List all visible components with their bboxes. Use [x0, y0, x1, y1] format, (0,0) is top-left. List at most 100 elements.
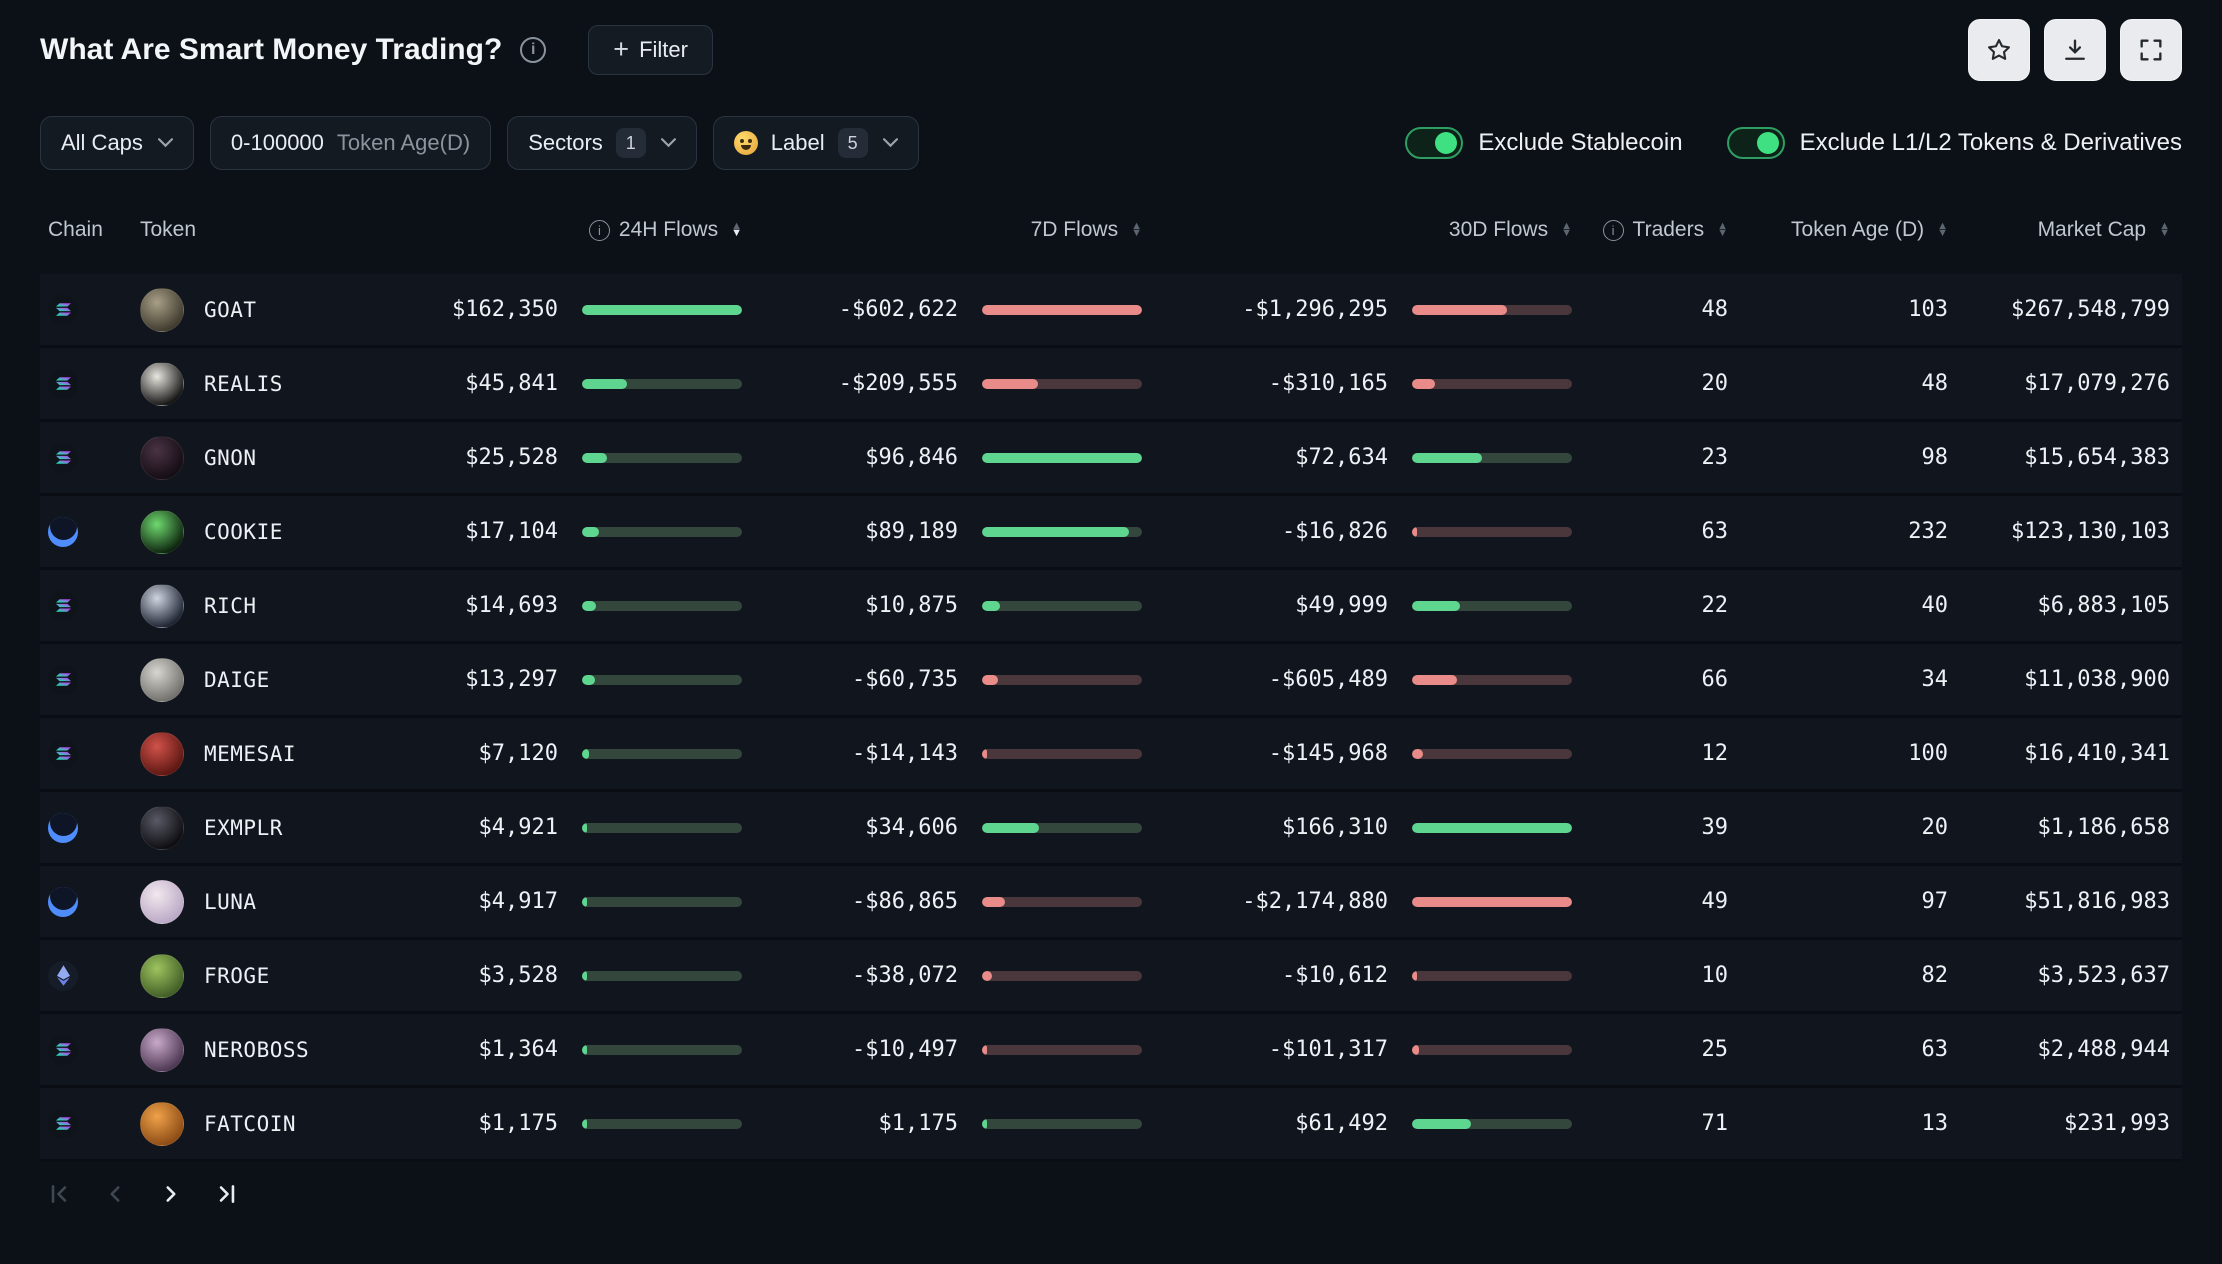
table-row[interactable]: DAIGE $13,297 -$60,735 -$605,489 66 34 $…	[40, 644, 2182, 718]
traders-value: 49	[1701, 889, 1729, 914]
traders-value: 10	[1701, 963, 1729, 988]
flow-24h-bar	[582, 526, 742, 537]
market-cap-dropdown[interactable]: All Caps	[40, 116, 194, 170]
table-row[interactable]: NEROBOSS $1,364 -$10,497 -$101,317 25 63…	[40, 1014, 2182, 1088]
token-avatar	[140, 583, 184, 628]
token-name: RICH	[204, 593, 257, 618]
flow-7d-bar	[982, 378, 1142, 389]
flow-24h-value: $162,350	[452, 297, 558, 322]
flow-7d-bar	[982, 1118, 1142, 1129]
table-row[interactable]: MEMESAI $7,120 -$14,143 -$145,968 12 100…	[40, 718, 2182, 792]
flow-7d-value: $96,846	[865, 445, 958, 470]
sort-icon: ▲ ▼	[1937, 220, 1948, 239]
table-row[interactable]: FROGE $3,528 -$38,072 -$10,612 10 82 $3,…	[40, 940, 2182, 1014]
exclude-stablecoin-label: Exclude Stablecoin	[1478, 129, 1683, 156]
token-avatar	[140, 509, 184, 554]
column-header-token-age[interactable]: Token Age (D) ▲ ▼	[1740, 218, 1960, 242]
column-header-24h-flows[interactable]: i 24H Flows ▲ ▼	[390, 218, 760, 242]
column-header-market-cap[interactable]: Market Cap ▲ ▼	[1960, 218, 2182, 242]
market-cap-value: $1,186,658	[2037, 815, 2170, 840]
favorite-button[interactable]	[1968, 19, 2030, 81]
flow-30d-bar	[1412, 970, 1572, 981]
sectors-dropdown[interactable]: Sectors 1	[507, 116, 697, 170]
column-label: Chain	[48, 218, 103, 241]
fullscreen-button[interactable]	[2120, 19, 2182, 81]
flow-30d-bar	[1412, 1044, 1572, 1055]
token-name: DAIGE	[204, 667, 270, 692]
toggle-knob	[1756, 132, 1779, 154]
traders-value: 23	[1701, 445, 1729, 470]
first-page-button[interactable]	[46, 1181, 72, 1207]
flow-7d-bar	[982, 748, 1142, 759]
token-name: EXMPLR	[204, 815, 283, 840]
label-dropdown[interactable]: Label 5	[712, 116, 919, 170]
flow-30d-value: $61,492	[1295, 1111, 1388, 1136]
table-row[interactable]: GNON $25,528 $96,846 $72,634 23 98 $15,6…	[40, 422, 2182, 496]
token-avatar	[140, 1101, 184, 1146]
exclude-stablecoin-group: Exclude Stablecoin	[1405, 127, 1683, 159]
token-avatar	[140, 953, 184, 998]
column-label: Market Cap	[2037, 218, 2147, 241]
market-cap-value: $2,488,944	[2037, 1037, 2170, 1062]
table-row[interactable]: LUNA $4,917 -$86,865 -$2,174,880 49 97 $…	[40, 866, 2182, 940]
sectors-count-badge: 1	[615, 128, 646, 158]
flow-24h-bar	[582, 1118, 742, 1129]
flow-7d-bar	[982, 970, 1142, 981]
exclude-stablecoin-toggle[interactable]	[1405, 127, 1464, 159]
table-row[interactable]: GOAT $162,350 -$602,622 -$1,296,295 48 1…	[40, 274, 2182, 348]
exclude-l1l2-label: Exclude L1/L2 Tokens & Derivatives	[1799, 129, 2182, 156]
column-header-traders[interactable]: i Traders ▲ ▼	[1590, 218, 1740, 242]
token-age-filter[interactable]: 0-100000 Token Age(D)	[209, 116, 492, 170]
flow-7d-value: $1,175	[878, 1111, 958, 1136]
flow-24h-bar	[582, 822, 742, 833]
label-count-badge: 5	[837, 128, 868, 158]
flow-7d-bar	[982, 822, 1142, 833]
chain-icon-base	[48, 886, 78, 917]
market-cap-value: $6,883,105	[2037, 593, 2170, 618]
add-filter-button[interactable]: + Filter	[588, 25, 713, 75]
flow-24h-bar	[582, 674, 742, 685]
market-cap-value: $17,079,276	[2024, 371, 2170, 396]
token-avatar	[140, 435, 184, 480]
table-header: Chain Token i 24H Flows ▲ ▼ 7D Flows ▲ ▼ 3…	[40, 186, 2182, 274]
prev-page-button[interactable]	[102, 1181, 128, 1207]
traders-value: 63	[1701, 519, 1729, 544]
table-row[interactable]: RICH $14,693 $10,875 $49,999 22 40 $6,88…	[40, 570, 2182, 644]
market-cap-value: $231,993	[2064, 1111, 2170, 1136]
token-age-value: 20	[1921, 815, 1949, 840]
table-row[interactable]: COOKIE $17,104 $89,189 -$16,826 63 232 $…	[40, 496, 2182, 570]
table-row[interactable]: EXMPLR $4,921 $34,606 $166,310 39 20 $1,…	[40, 792, 2182, 866]
traders-value: 12	[1701, 741, 1729, 766]
column-label: 24H Flows	[618, 218, 719, 241]
next-page-button[interactable]	[158, 1181, 184, 1207]
token-age-filter-value: 0-100000	[230, 130, 324, 155]
chevron-down-icon	[157, 138, 173, 148]
token-name: FATCOIN	[204, 1111, 297, 1136]
column-label: 30D Flows	[1448, 218, 1549, 241]
flow-30d-value: -$16,826	[1282, 519, 1388, 544]
filter-button-label: Filter	[639, 37, 688, 62]
sort-icon: ▲ ▼	[1131, 220, 1142, 239]
traders-value: 71	[1701, 1111, 1729, 1136]
flow-7d-bar	[982, 600, 1142, 611]
table-row[interactable]: FATCOIN $1,175 $1,175 $61,492 71 13 $231…	[40, 1088, 2182, 1162]
last-page-button[interactable]	[214, 1181, 240, 1207]
token-age-value: 232	[1908, 519, 1948, 544]
download-button[interactable]	[2044, 19, 2106, 81]
exclude-l1l2-toggle[interactable]	[1726, 127, 1785, 159]
star-icon	[1985, 36, 2013, 64]
flow-30d-value: -$10,612	[1282, 963, 1388, 988]
token-age-value: 98	[1921, 445, 1949, 470]
market-cap-value: $123,130,103	[2011, 519, 2170, 544]
title-info-icon[interactable]: i	[520, 37, 547, 63]
table-row[interactable]: REALIS $45,841 -$209,555 -$310,165 20 48…	[40, 348, 2182, 422]
column-header-7d-flows[interactable]: 7D Flows ▲ ▼	[760, 218, 1160, 242]
chain-icon-base	[48, 516, 78, 547]
token-age-value: 103	[1908, 297, 1948, 322]
flow-7d-value: -$60,735	[852, 667, 958, 692]
fullscreen-icon	[2137, 36, 2165, 64]
column-header-30d-flows[interactable]: 30D Flows ▲ ▼	[1160, 218, 1590, 242]
flow-24h-value: $4,921	[478, 815, 558, 840]
token-avatar	[140, 805, 184, 850]
flow-30d-bar	[1412, 600, 1572, 611]
